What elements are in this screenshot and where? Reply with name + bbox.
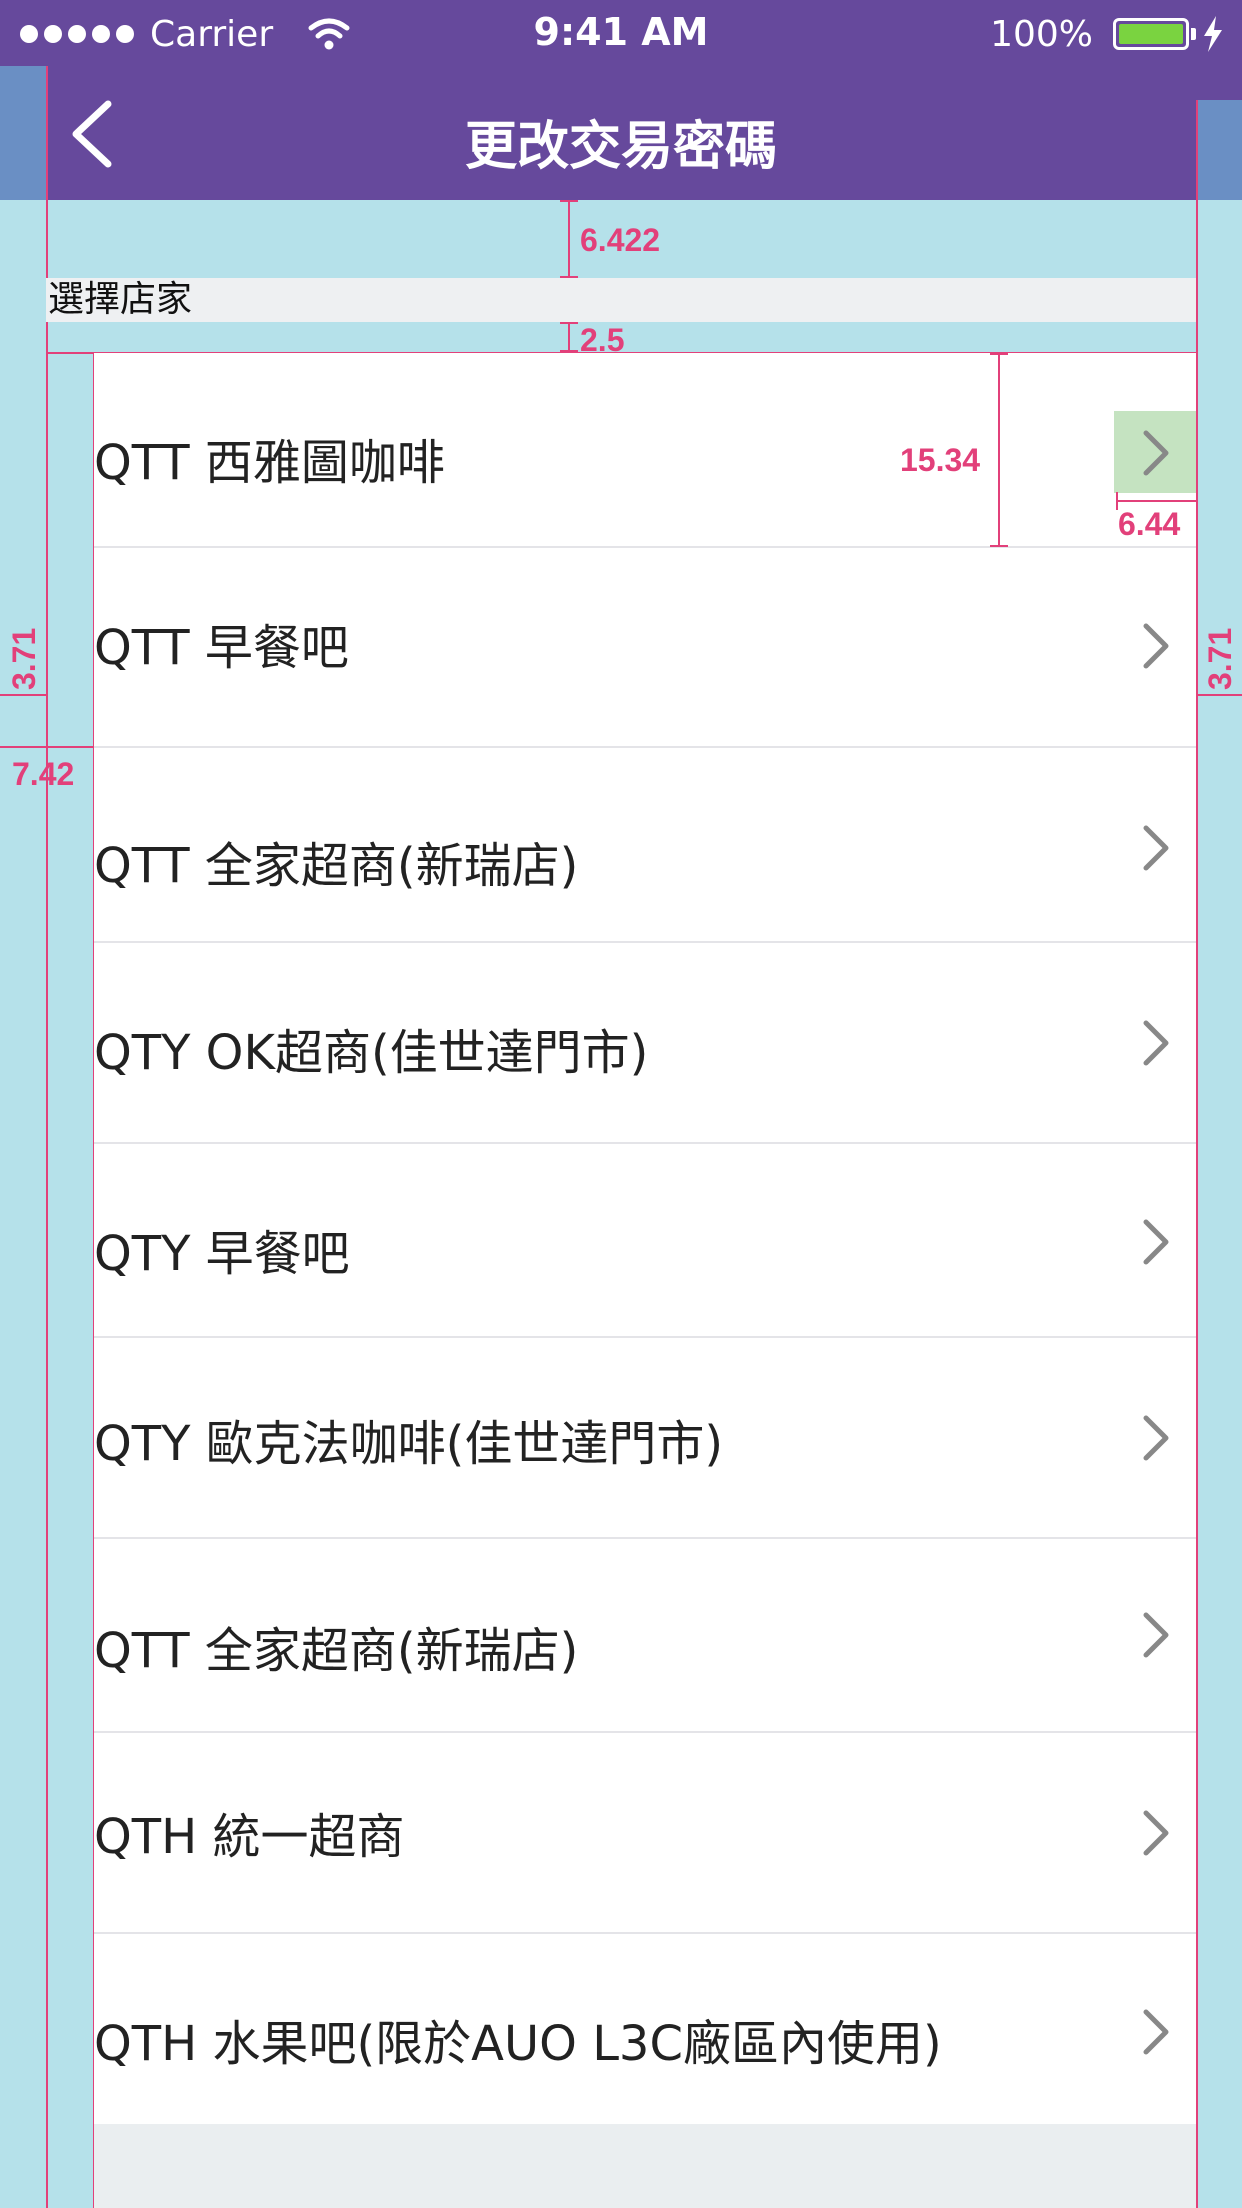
- chevron-right-icon: [1143, 1415, 1169, 1461]
- list-footer: [94, 2124, 1196, 2208]
- chevron-right-icon: [1143, 1219, 1169, 1265]
- chevron-right-icon: [1143, 430, 1169, 476]
- chevron-right-icon: [1143, 825, 1169, 871]
- page-title: 更改交易密碼: [464, 117, 777, 177]
- store-row[interactable]: QTY OK超商(佳世達門市): [94, 943, 1196, 1144]
- guide-line-right: [1196, 100, 1198, 2208]
- guide-line-left-outer: [46, 66, 48, 2208]
- store-row[interactable]: QTT 全家超商(新瑞店): [94, 748, 1196, 943]
- store-name: QTT 全家超商(新瑞店): [94, 838, 579, 894]
- store-name: QTT 西雅圖咖啡: [94, 435, 445, 491]
- store-name: QTY 歐克法咖啡(佳世達門市): [94, 1416, 724, 1472]
- measure-side-left: 3.71: [6, 627, 42, 690]
- measure-tick: [560, 200, 578, 202]
- measure-inset: 7.42: [12, 756, 75, 792]
- measure-tick: [990, 545, 1008, 547]
- measure-side-left-line: [0, 694, 46, 696]
- store-name: QTH 水果吧(限於AUO L3C廠區內使用): [94, 2016, 942, 2072]
- chevron-right-icon: [1143, 623, 1169, 669]
- measure-side-right-line: [1196, 694, 1242, 696]
- battery-percent: 100%: [990, 13, 1093, 55]
- chevron-right-icon: [1143, 1612, 1169, 1658]
- measure-tick: [990, 353, 1008, 355]
- measure-chevron-width-line: [1116, 500, 1196, 502]
- measure-top-gap: 6.422: [580, 222, 661, 258]
- chevron-right-icon: [1143, 2009, 1169, 2055]
- store-row[interactable]: QTY 早餐吧: [94, 1144, 1196, 1338]
- chevron-right-icon: [1143, 1020, 1169, 1066]
- measure-chevron-width: 6.44: [1118, 506, 1181, 542]
- measure-top-gap-line: [568, 200, 570, 278]
- store-row[interactable]: QTH 水果吧(限於AUO L3C廠區內使用): [94, 1934, 1196, 2128]
- store-list: QTT 西雅圖咖啡 QTT 早餐吧 QTT 全家超商(新瑞店) QTY OK超商…: [94, 353, 1196, 2128]
- section-header: 選擇店家: [46, 278, 1196, 322]
- store-row[interactable]: QTY 歐克法咖啡(佳世達門市): [94, 1338, 1196, 1539]
- store-row[interactable]: QTH 統一超商: [94, 1733, 1196, 1934]
- store-name: QTY OK超商(佳世達門市): [94, 1025, 649, 1081]
- store-row[interactable]: QTT 全家超商(新瑞店): [94, 1539, 1196, 1733]
- top-bar: Carrier 9:41 AM 100% 更改交易密碼: [0, 0, 1242, 200]
- battery-group: 100%: [990, 12, 1224, 56]
- measure-side-right: 3.71: [1202, 627, 1238, 690]
- store-row[interactable]: QTT 西雅圖咖啡: [94, 353, 1196, 548]
- store-name: QTH 統一超商: [94, 1809, 405, 1865]
- chevron-right-icon: [1143, 1810, 1169, 1856]
- section-title: 選擇店家: [48, 279, 193, 320]
- battery-icon: [1113, 18, 1189, 50]
- measure-tick: [560, 350, 578, 352]
- status-bar: Carrier 9:41 AM 100%: [0, 0, 1242, 66]
- measure-header-gap-line: [568, 322, 570, 352]
- charging-icon: [1204, 16, 1222, 52]
- store-name: QTT 早餐吧: [94, 620, 349, 676]
- store-row[interactable]: QTT 早餐吧: [94, 548, 1196, 748]
- store-name: QTY 早餐吧: [94, 1226, 350, 1282]
- store-name: QTT 全家超商(新瑞店): [94, 1623, 579, 1679]
- measure-row-height: 15.34: [900, 442, 981, 478]
- navigation-bar: 更改交易密碼: [0, 66, 1242, 200]
- measure-row-height-line: [998, 353, 1000, 547]
- measure-inset-line: [0, 746, 94, 748]
- battery-cap: [1191, 28, 1196, 40]
- measure-tick: [560, 322, 578, 324]
